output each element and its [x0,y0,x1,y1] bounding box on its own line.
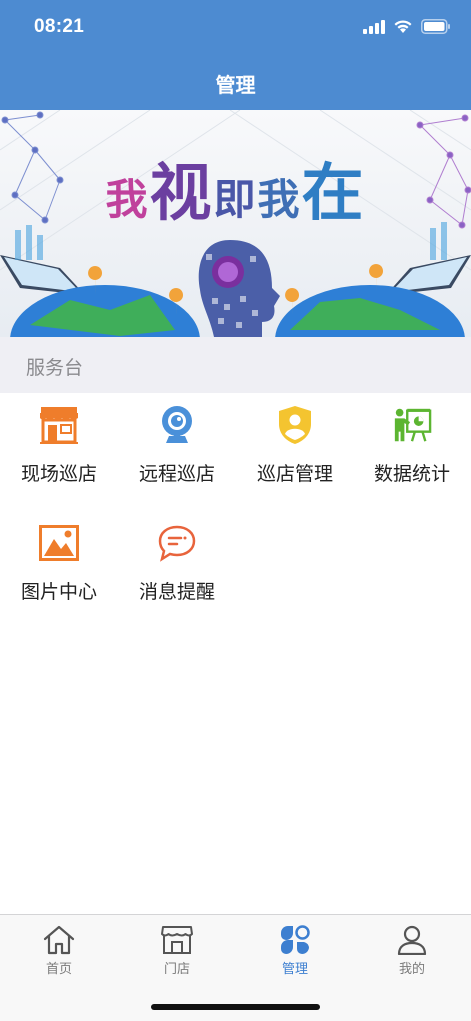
battery-icon [421,19,451,38]
grid-item-onsite-inspection[interactable]: 现场巡店 [0,393,118,511]
user-shield-icon [275,405,315,445]
tab-store[interactable]: 门店 [118,915,236,985]
top-header: 08:21 管理 [0,0,471,110]
slogan-char: 我 [257,175,302,224]
storefront-icon [39,405,79,445]
tab-label: 管理 [281,962,308,977]
slogan-char: 即 [213,175,258,224]
tab-label: 我的 [398,962,425,977]
slogan-char: 视 [149,156,214,229]
grid-item-label: 巡店管理 [256,463,333,485]
grid-item-label: 消息提醒 [138,581,215,603]
banner-slogan: 我视即我在 [0,142,471,232]
page-title: 管理 [215,73,256,97]
slogan-char: 我 [105,175,150,224]
grid-item-label: 数据统计 [373,463,450,485]
tab-manage[interactable]: 管理 [236,915,354,985]
grid-item-message-reminder[interactable]: 消息提醒 [118,511,236,629]
home-indicator[interactable] [151,1004,320,1010]
grid-item-inspection-management[interactable]: 巡店管理 [236,393,354,511]
grid-item-label: 现场巡店 [20,463,97,485]
tab-label: 首页 [45,962,72,977]
person-icon [394,923,430,957]
tab-home[interactable]: 首页 [0,915,118,985]
signal-icon [363,19,385,38]
grid-item-remote-inspection[interactable]: 远程巡店 [118,393,236,511]
home-icon [41,923,77,957]
grid-item-label: 远程巡店 [138,463,215,485]
tab-label: 门店 [163,962,190,977]
presentation-icon [392,405,432,445]
grid-item-data-statistics[interactable]: 数据统计 [353,393,471,511]
section-header: 服务台 [0,337,471,393]
status-icons [363,19,451,38]
wifi-icon [393,19,413,38]
slogan-char: 在 [301,156,366,229]
manage-icon [277,923,313,957]
store-icon [159,923,195,957]
webcam-icon [157,405,197,445]
status-time: 08:21 [34,16,85,37]
tab-me[interactable]: 我的 [353,915,471,985]
grid-item-picture-center[interactable]: 图片中心 [0,511,118,629]
picture-icon [39,523,79,563]
chat-bubble-icon [157,523,197,563]
section-title: 服务台 [26,357,84,379]
banner[interactable]: 我视即我在 [0,110,471,337]
grid-item-label: 图片中心 [20,581,97,603]
